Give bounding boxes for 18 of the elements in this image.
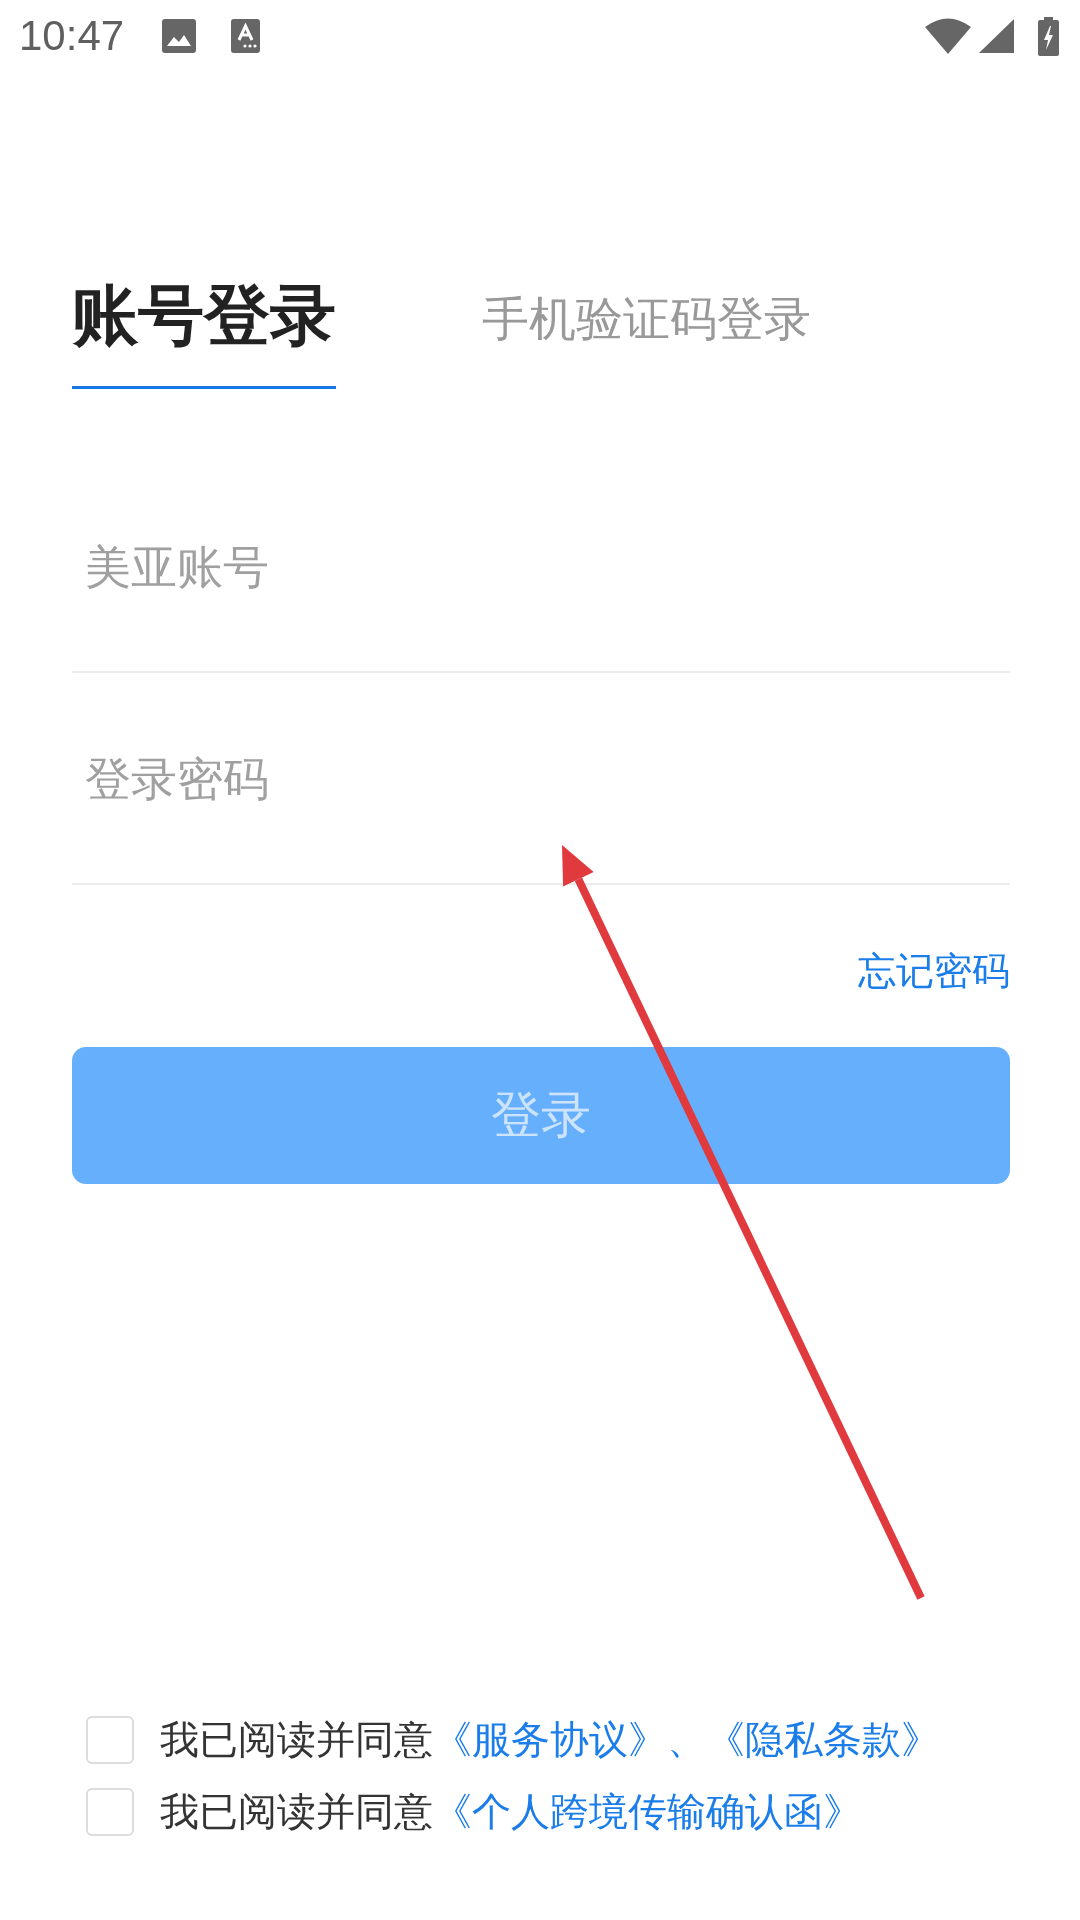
tab[interactable]: 手机验证码登录 [482, 275, 811, 389]
battery-icon [1038, 16, 1059, 56]
wifi-icon [925, 18, 971, 54]
signal-icon [979, 19, 1014, 53]
forgot-password-link[interactable]: 忘记密码 [858, 946, 1010, 996]
checkbox[interactable] [86, 1788, 134, 1836]
input-field[interactable]: 美亚账号 [72, 517, 1010, 673]
notification-icon [231, 19, 261, 53]
status-time: 10:47 [19, 15, 125, 57]
image-icon [162, 19, 197, 53]
agreement-link[interactable]: 《个人跨境传输确认函》 [433, 1790, 862, 1833]
agreement-text: 我已阅读并同意《个人跨境传输确认函》 [160, 1789, 862, 1835]
tab[interactable]: 账号登录 [72, 275, 336, 389]
agreement-link[interactable]: 《隐私条款》 [706, 1718, 940, 1761]
agreement-link[interactable]: 《服务协议》 [433, 1718, 667, 1761]
agreement-text: 我已阅读并同意《服务协议》、《隐私条款》 [160, 1717, 940, 1763]
checkbox[interactable] [86, 1716, 134, 1764]
input-field[interactable]: 登录密码 [72, 729, 1010, 885]
